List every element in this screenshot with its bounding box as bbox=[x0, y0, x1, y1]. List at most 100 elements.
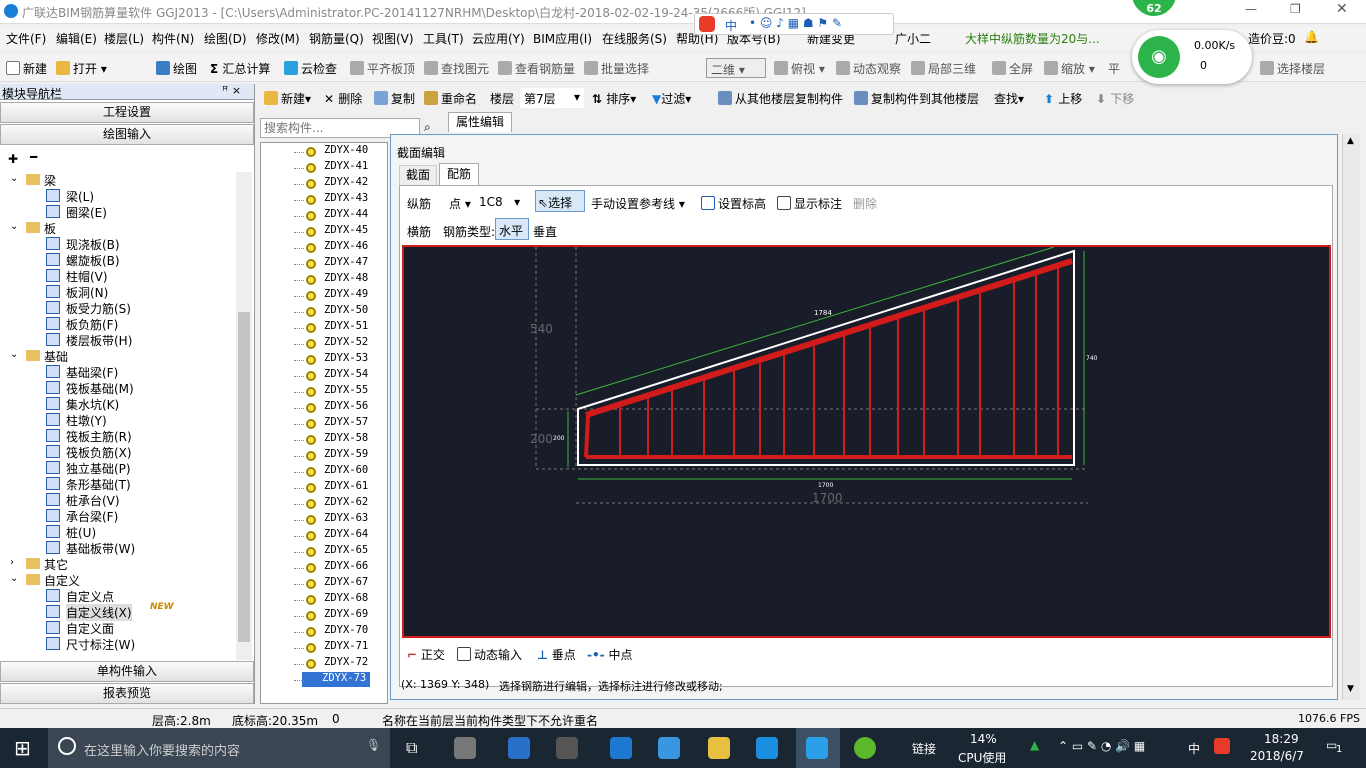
ime-tools-icon[interactable]: • ☺ ♪ ▦ ☗ ⚑ ✎ bbox=[749, 16, 842, 30]
tree-item[interactable]: 板负筋(F) bbox=[66, 316, 118, 333]
component-list-item[interactable]: ZDYX-55 bbox=[322, 384, 370, 396]
tb-select-floor[interactable]: 选择楼层 bbox=[1260, 60, 1325, 77]
tb-view-rebar[interactable]: 查看钢筋量 bbox=[498, 60, 575, 77]
project-settings-button[interactable]: 工程设置 bbox=[0, 102, 254, 123]
component-list-item[interactable]: ZDYX-45 bbox=[322, 224, 370, 236]
nav-scrollbar-thumb[interactable] bbox=[238, 312, 250, 642]
component-list-item[interactable]: ZDYX-46 bbox=[322, 240, 370, 252]
component-list-item[interactable]: ZDYX-66 bbox=[322, 560, 370, 572]
scroll-up-icon[interactable]: ▲ bbox=[1347, 136, 1354, 146]
move-up-button[interactable]: ⬆ 上移 bbox=[1044, 90, 1082, 107]
component-list-item[interactable]: ZDYX-71 bbox=[322, 640, 370, 652]
menu-edit[interactable]: 编辑(E) bbox=[56, 30, 97, 47]
tree-toggle-icon[interactable]: ⌄ bbox=[10, 173, 18, 184]
tree-group[interactable]: 梁 bbox=[44, 172, 56, 189]
drawing-input-button[interactable]: 绘图输入 bbox=[0, 124, 254, 145]
component-list-item[interactable]: ZDYX-73 bbox=[302, 672, 370, 687]
clock-date[interactable]: 2018/6/7 bbox=[1250, 749, 1304, 763]
component-list-item[interactable]: ZDYX-53 bbox=[322, 352, 370, 364]
collapse-all-icon[interactable]: ━ bbox=[30, 150, 37, 164]
sogou-tray-icon[interactable] bbox=[1214, 738, 1230, 754]
tb-draw[interactable]: 绘图 bbox=[156, 60, 197, 77]
network-widget[interactable]: ◉ 0.00K/s 0 bbox=[1132, 30, 1252, 84]
component-list-item[interactable]: ZDYX-44 bbox=[322, 208, 370, 220]
file-explorer-icon[interactable] bbox=[708, 737, 730, 759]
view-mode-select[interactable]: 二维 ▾ bbox=[706, 58, 766, 78]
component-list-item[interactable]: ZDYX-41 bbox=[322, 160, 370, 172]
tree-group[interactable]: 其它 bbox=[44, 556, 68, 573]
tb-align-slab[interactable]: 平齐板顶 bbox=[350, 60, 415, 77]
manual-ref-line-button[interactable]: 手动设置参考线 ▾ bbox=[591, 195, 685, 212]
menu-component[interactable]: 构件(N) bbox=[152, 30, 194, 47]
tree-item[interactable]: 筏板负筋(X) bbox=[66, 444, 132, 461]
comp-copy-button[interactable]: 复制 bbox=[374, 90, 415, 107]
taskbar-search[interactable]: 在这里输入你要搜索的内容 🎙 bbox=[48, 728, 390, 768]
task-view-icon[interactable]: ⧉ bbox=[406, 738, 417, 758]
single-component-input-button[interactable]: 单构件输入 bbox=[0, 661, 254, 682]
maximize-button[interactable]: ❐ bbox=[1290, 2, 1301, 16]
component-list-item[interactable]: ZDYX-52 bbox=[322, 336, 370, 348]
set-elevation-button[interactable]: 设置标高 bbox=[701, 195, 766, 212]
tree-item[interactable]: 梁(L) bbox=[66, 188, 94, 205]
tb-summary[interactable]: Σ 汇总计算 bbox=[210, 60, 270, 77]
component-list-item[interactable]: ZDYX-42 bbox=[322, 176, 370, 188]
tree-item[interactable]: 现浇板(B) bbox=[66, 236, 120, 253]
tree-item[interactable]: 集水坑(K) bbox=[66, 396, 119, 413]
tree-group[interactable]: 板 bbox=[44, 220, 56, 237]
component-list-item[interactable]: ZDYX-70 bbox=[322, 624, 370, 636]
nav-pin-close[interactable]: ꟸ × bbox=[222, 84, 241, 97]
tree-item[interactable]: 板洞(N) bbox=[66, 284, 108, 301]
filter-button[interactable]: ▼过滤▾ bbox=[652, 90, 691, 107]
component-list-item[interactable]: ZDYX-63 bbox=[322, 512, 370, 524]
edge-icon[interactable] bbox=[610, 737, 632, 759]
component-list-item[interactable]: ZDYX-72 bbox=[322, 656, 370, 668]
component-list-item[interactable]: ZDYX-58 bbox=[322, 432, 370, 444]
component-list-item[interactable]: ZDYX-50 bbox=[322, 304, 370, 316]
tree-item[interactable]: 筏板基础(M) bbox=[66, 380, 134, 397]
ime-tray[interactable]: 中 bbox=[1188, 740, 1200, 757]
component-list-item[interactable]: ZDYX-57 bbox=[322, 416, 370, 428]
vertical-button[interactable]: 垂直 bbox=[533, 223, 557, 240]
tree-item[interactable]: 板受力筋(S) bbox=[66, 300, 131, 317]
component-list-item[interactable]: ZDYX-40 bbox=[322, 144, 370, 156]
scroll-down-icon[interactable]: ▼ bbox=[1347, 684, 1354, 694]
component-list-item[interactable]: ZDYX-49 bbox=[322, 288, 370, 300]
tb-zoom[interactable]: 缩放 ▾ bbox=[1044, 60, 1095, 77]
component-list-item[interactable]: ZDYX-43 bbox=[322, 192, 370, 204]
ggj-app-icon[interactable] bbox=[806, 737, 828, 759]
tree-toggle-icon[interactable]: › bbox=[10, 557, 14, 568]
start-button[interactable]: ⊞ bbox=[14, 736, 31, 760]
perpendicular-button[interactable]: ⊥ 垂点 bbox=[537, 646, 576, 663]
tree-toggle-icon[interactable]: ⌄ bbox=[10, 573, 18, 584]
component-list-item[interactable]: ZDYX-61 bbox=[322, 480, 370, 492]
floor-select[interactable]: 第7层 ▾ bbox=[520, 88, 584, 108]
tree-item[interactable]: 自定义点 bbox=[66, 588, 114, 605]
tab-section[interactable]: 截面 bbox=[399, 165, 437, 185]
tree-item[interactable]: 桩(U) bbox=[66, 524, 96, 541]
move-down-button[interactable]: ⬇ 下移 bbox=[1096, 90, 1134, 107]
tab-reinforcement[interactable]: 配筋 bbox=[439, 163, 479, 185]
component-list-item[interactable]: ZDYX-69 bbox=[322, 608, 370, 620]
delete-rebar-button[interactable]: 删除 bbox=[853, 195, 877, 212]
tree-item[interactable]: 自定义面 bbox=[66, 620, 114, 637]
component-list-item[interactable]: ZDYX-68 bbox=[322, 592, 370, 604]
menu-modify[interactable]: 修改(M) bbox=[256, 30, 300, 47]
report-preview-button[interactable]: 报表预览 bbox=[0, 683, 254, 704]
main-vscrollbar[interactable]: ▲ ▼ bbox=[1342, 134, 1360, 700]
green-app-icon[interactable] bbox=[854, 737, 876, 759]
tree-item[interactable]: 条形基础(T) bbox=[66, 476, 131, 493]
tb-open[interactable]: 打开 ▾ bbox=[56, 60, 107, 77]
point-mode-select[interactable]: 点 ▾ bbox=[449, 195, 471, 212]
tree-item[interactable]: 桩承台(V) bbox=[66, 492, 120, 509]
tb-top-view[interactable]: 俯视 ▾ bbox=[774, 60, 825, 77]
component-list-item[interactable]: ZDYX-59 bbox=[322, 448, 370, 460]
ime-toolbar[interactable]: 中 • ☺ ♪ ▦ ☗ ⚑ ✎ bbox=[694, 13, 894, 35]
component-list-item[interactable]: ZDYX-48 bbox=[322, 272, 370, 284]
minimize-button[interactable]: — bbox=[1245, 2, 1257, 16]
component-list-item[interactable]: ZDYX-62 bbox=[322, 496, 370, 508]
menu-bim[interactable]: BIM应用(I) bbox=[533, 30, 592, 47]
menu-online[interactable]: 在线服务(S) bbox=[602, 30, 667, 47]
show-dimension-button[interactable]: 显示标注 bbox=[777, 195, 842, 212]
copy-from-floor-button[interactable]: 从其他楼层复制构件 bbox=[718, 90, 843, 107]
glodon-g-icon[interactable] bbox=[756, 737, 778, 759]
